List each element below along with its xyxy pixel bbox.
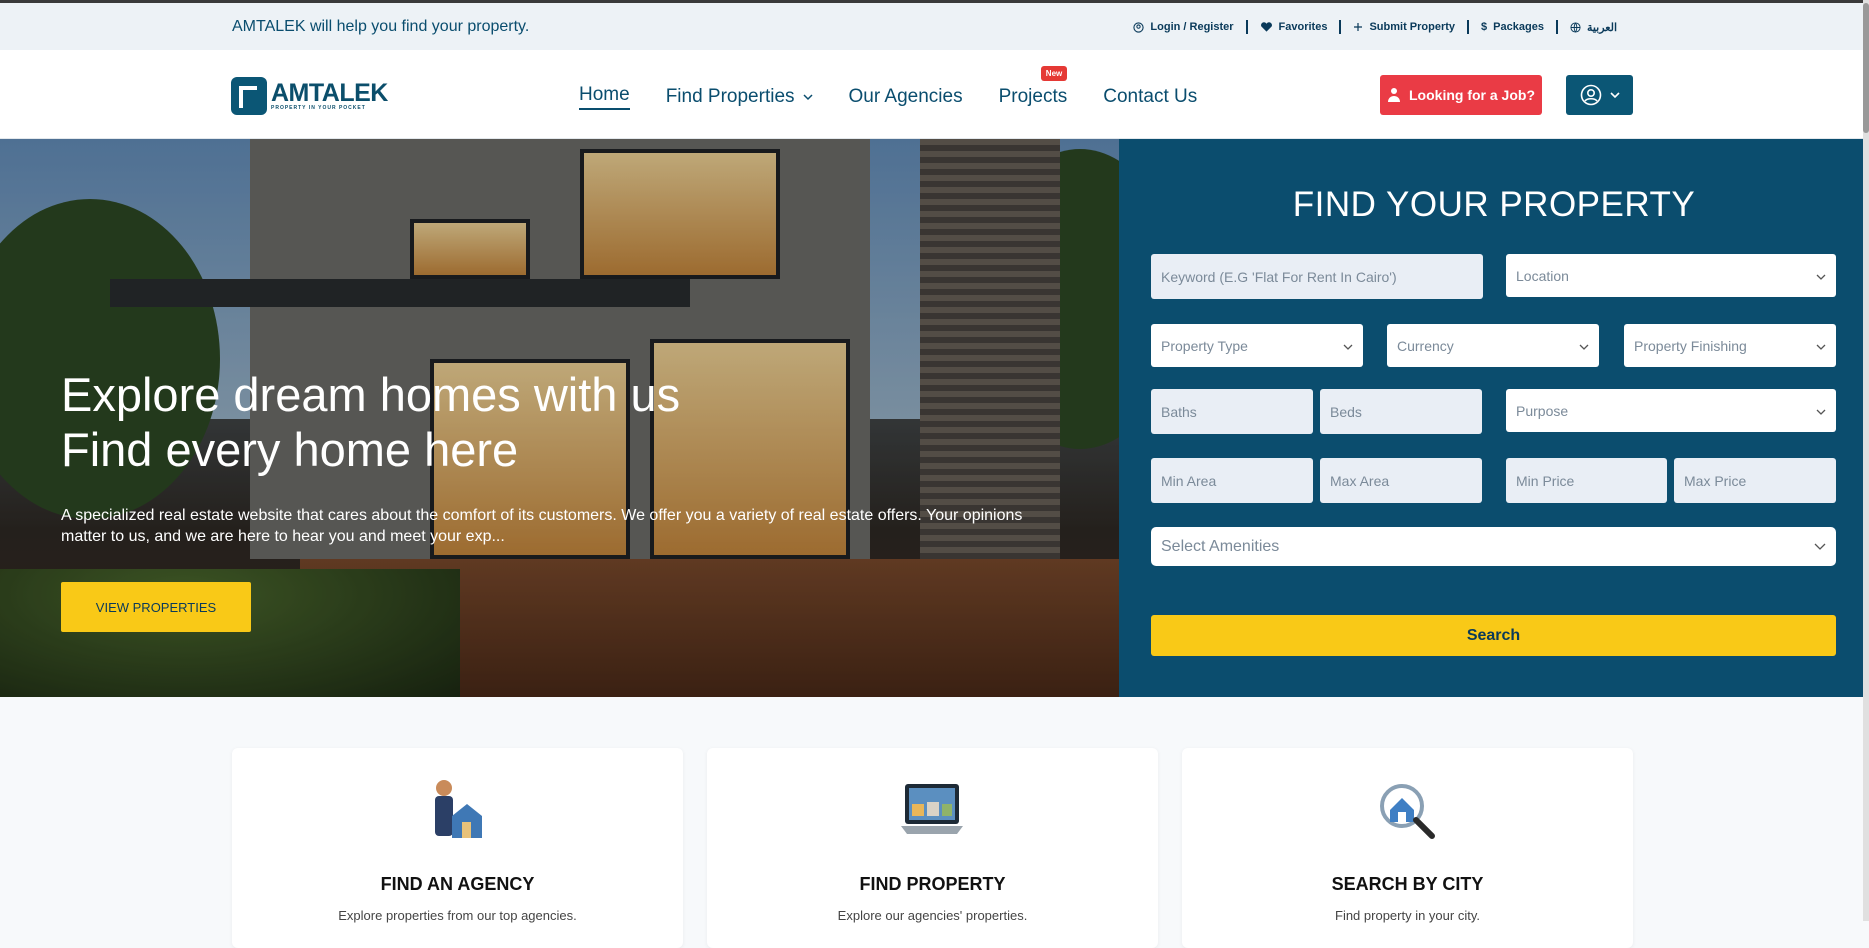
page-scrollbar[interactable] <box>1863 0 1869 921</box>
plus-icon <box>1353 22 1363 32</box>
looking-for-job-label: Looking for a Job? <box>1409 87 1535 103</box>
packages-label: Packages <box>1493 21 1544 33</box>
chevron-down-icon <box>1816 268 1826 284</box>
search-button[interactable]: Search <box>1151 615 1836 656</box>
login-register-label: Login / Register <box>1150 21 1234 33</box>
property-type-select[interactable]: Property Type <box>1151 324 1363 367</box>
min-area-input[interactable]: Min Area <box>1151 458 1313 503</box>
favorites-link[interactable]: Favorites <box>1248 21 1340 33</box>
nav-menu: Home Find Properties Our Agencies Projec… <box>579 66 1197 110</box>
property-type-label: Property Type <box>1161 337 1248 354</box>
house-magnifier-icon <box>1372 776 1442 846</box>
nav-projects-label: Projects <box>998 86 1068 107</box>
hero-heading-line2: Find every home here <box>61 423 519 476</box>
location-select[interactable]: Location <box>1506 254 1836 297</box>
search-panel: FIND YOUR PROPERTY Keyword (E.G 'Flat Fo… <box>1119 139 1869 697</box>
hero-heading: Explore dream homes with us Find every ho… <box>61 367 680 477</box>
card-title: FIND PROPERTY <box>859 874 1006 894</box>
card-title: SEARCH BY CITY <box>1331 874 1484 894</box>
chevron-down-icon <box>1814 538 1826 556</box>
baths-input[interactable]: Baths <box>1151 389 1313 434</box>
property-finishing-select[interactable]: Property Finishing <box>1624 324 1836 367</box>
nav-find-properties-label: Find Properties <box>665 86 795 107</box>
hero-heading-line1: Explore dream homes with us <box>61 368 681 421</box>
search-title: FIND YOUR PROPERTY <box>1292 185 1696 224</box>
currency-label: Currency <box>1397 337 1454 354</box>
globe-icon <box>1570 21 1581 33</box>
property-finishing-label: Property Finishing <box>1634 337 1747 354</box>
card-title: FIND AN AGENCY <box>380 874 535 894</box>
user-circle-icon <box>1133 21 1145 33</box>
hero-banner: Explore dream homes with us Find every ho… <box>0 139 1119 697</box>
currency-select[interactable]: Currency <box>1387 324 1599 367</box>
laptop-listings-icon <box>897 776 967 846</box>
brand-logo[interactable]: AMTALEK PROPERTY IN YOUR POCKET <box>231 77 388 115</box>
feature-cards: FIND AN AGENCY Explore properties from o… <box>232 748 1633 948</box>
packages-link[interactable]: $ Packages <box>1469 21 1556 33</box>
view-properties-button[interactable]: VIEW PROPERTIES <box>61 582 251 632</box>
keyword-input[interactable]: Keyword (E.G 'Flat For Rent In Cairo') <box>1151 254 1483 299</box>
chevron-down-icon <box>1609 91 1620 99</box>
submit-property-label: Submit Property <box>1369 21 1456 33</box>
new-badge: New <box>1040 66 1068 81</box>
nav-find-properties[interactable]: Find Properties <box>666 86 813 108</box>
looking-for-job-button[interactable]: Looking for a Job? <box>1380 75 1542 115</box>
find-property-card[interactable]: FIND PROPERTY Explore our agencies' prop… <box>707 748 1158 948</box>
scrollbar-thumb[interactable] <box>1863 3 1869 133</box>
chevron-down-icon <box>1816 338 1826 354</box>
main-navbar: AMTALEK PROPERTY IN YOUR POCKET Home Fin… <box>0 50 1869 139</box>
tagline: AMTALEK will help you find your property… <box>232 18 530 35</box>
language-label: العربية <box>1586 21 1617 34</box>
location-select-label: Location <box>1516 267 1569 284</box>
heart-icon <box>1260 21 1273 33</box>
amenities-select[interactable]: Select Amenities <box>1151 527 1836 566</box>
hero-description: A specialized real estate website that c… <box>61 507 1023 545</box>
user-circle-icon <box>1580 84 1602 106</box>
top-links: Login / Register Favorites Submit Proper… <box>1121 20 1629 34</box>
max-area-input[interactable]: Max Area <box>1320 458 1482 503</box>
agent-with-house-icon <box>422 776 492 846</box>
find-agency-card[interactable]: FIND AN AGENCY Explore properties from o… <box>232 748 683 948</box>
purpose-label: Purpose <box>1516 402 1569 419</box>
brand-name: AMTALEK <box>271 79 388 107</box>
purpose-select[interactable]: Purpose <box>1506 389 1836 432</box>
nav-our-agencies[interactable]: Our Agencies <box>849 86 963 108</box>
chevron-down-icon <box>803 93 813 101</box>
chevron-down-icon <box>1343 338 1353 354</box>
amenities-label: Select Amenities <box>1161 537 1280 555</box>
user-menu-button[interactable] <box>1566 75 1633 115</box>
favorites-label: Favorites <box>1278 21 1328 33</box>
nav-contact-us[interactable]: Contact Us <box>1103 86 1197 108</box>
person-icon <box>1387 87 1401 103</box>
login-register-link[interactable]: Login / Register <box>1121 21 1245 33</box>
search-by-city-card[interactable]: SEARCH BY CITY Find property in your cit… <box>1182 748 1633 948</box>
min-price-input[interactable]: Min Price <box>1506 458 1667 503</box>
chevron-down-icon <box>1579 338 1589 354</box>
nav-projects[interactable]: Projects New <box>998 66 1068 108</box>
logo-mark-icon <box>231 77 267 115</box>
nav-home[interactable]: Home <box>579 84 630 110</box>
beds-input[interactable]: Beds <box>1320 389 1482 434</box>
dollar-icon: $ <box>1481 21 1488 33</box>
top-bar: AMTALEK will help you find your property… <box>0 3 1869 50</box>
submit-property-link[interactable]: Submit Property <box>1341 21 1467 33</box>
chevron-down-icon <box>1816 403 1826 419</box>
max-price-input[interactable]: Max Price <box>1674 458 1836 503</box>
language-link[interactable]: العربية <box>1558 21 1629 34</box>
